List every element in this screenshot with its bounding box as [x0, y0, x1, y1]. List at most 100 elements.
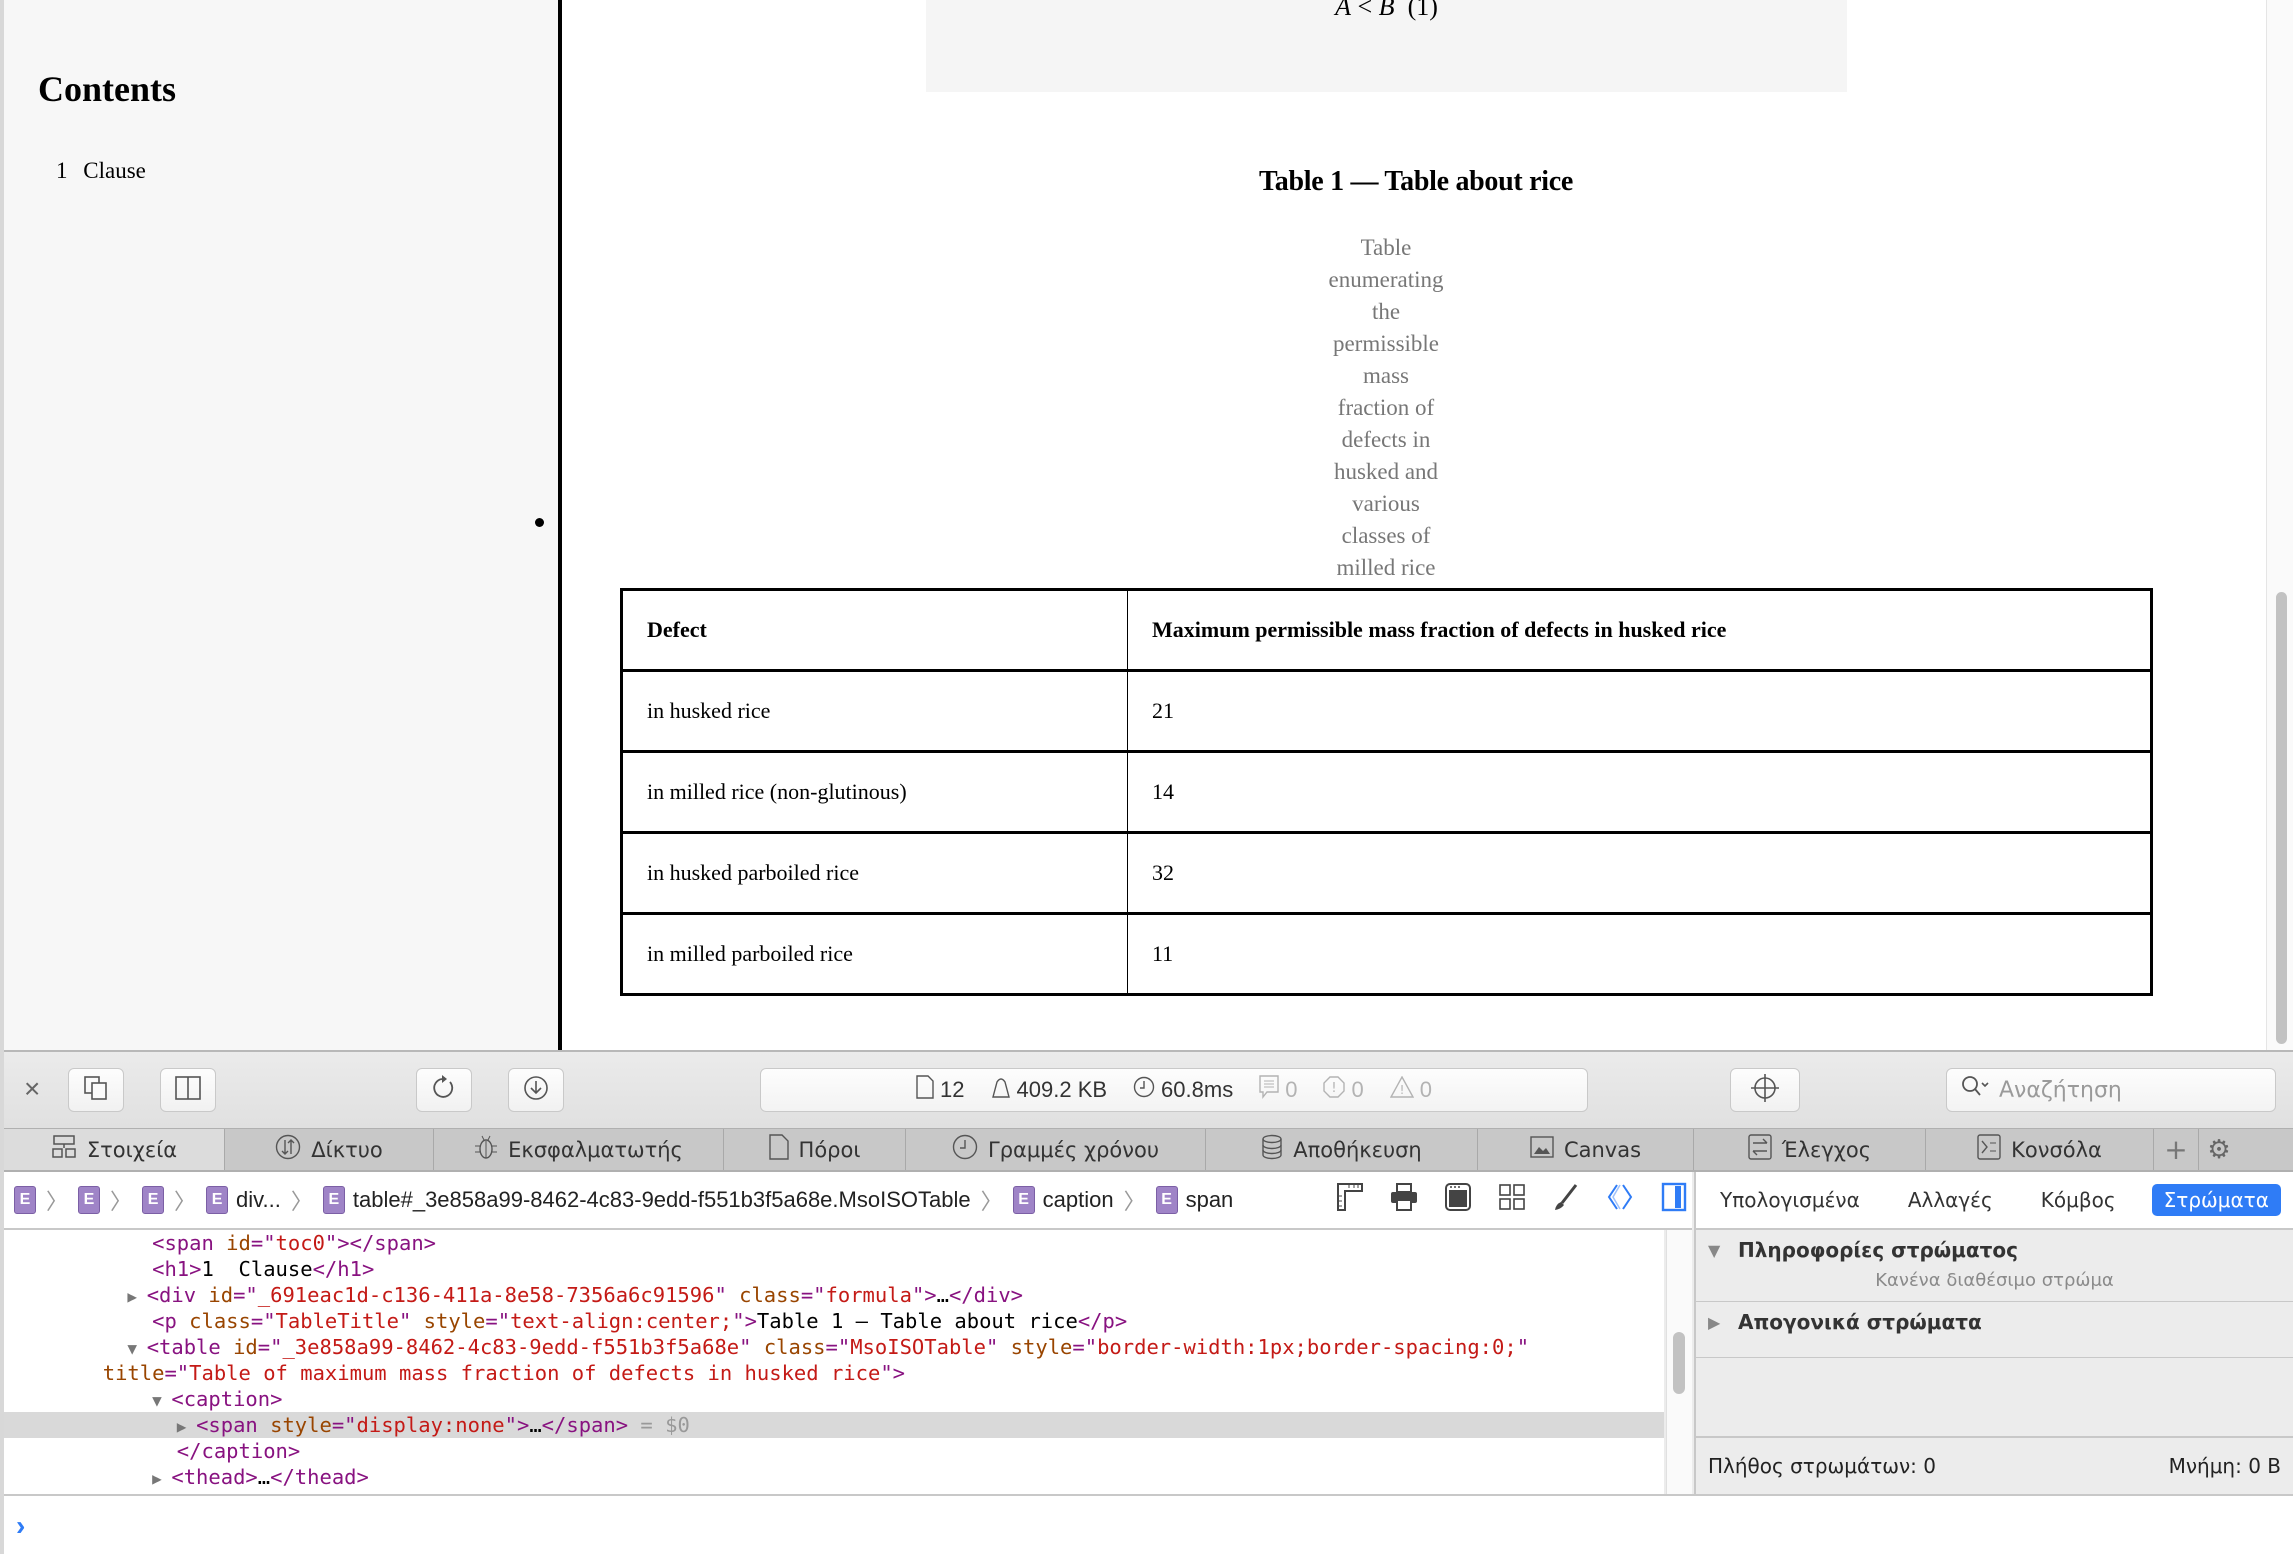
print-styles-button[interactable]: [1388, 1180, 1420, 1220]
details-tab-changes[interactable]: Αλλαγές: [1896, 1184, 2005, 1216]
tab-label: Έλεγχος: [1781, 1137, 1872, 1162]
tab-label: Εκσφαλματωτής: [508, 1137, 683, 1162]
dom-node-h1[interactable]: <h1>1 Clause</h1>: [4, 1256, 1664, 1282]
toc-item-label[interactable]: Clause: [83, 158, 146, 183]
logs-stat[interactable]: 0: [1259, 1075, 1297, 1105]
table-row: in husked parboiled rice 32: [620, 831, 2153, 915]
weight-icon: [991, 1076, 1011, 1104]
child-layers-section: ▶ Απογονικά στρώματα: [1696, 1302, 2293, 1358]
shadow-content-button[interactable]: [1604, 1180, 1636, 1220]
page-scroll-thumb[interactable]: [2276, 592, 2287, 1044]
child-layers-title: Απογονικά στρώματα: [1738, 1310, 1982, 1334]
reload-button[interactable]: [416, 1068, 472, 1112]
dom-attr-value: MsoISOTable: [850, 1335, 986, 1359]
close-inspector-button[interactable]: ×: [24, 1074, 40, 1104]
document-icon: [916, 1075, 934, 1105]
errors-stat[interactable]: ! 0: [1323, 1076, 1364, 1104]
paint-flashing-button[interactable]: [1550, 1180, 1582, 1220]
time-stat[interactable]: 60.8ms: [1133, 1076, 1233, 1104]
dom-tree-scrollbar[interactable]: [1666, 1230, 1692, 1494]
cell-value: 11: [1127, 912, 2153, 996]
breadcrumb-item[interactable]: E: [14, 1186, 36, 1214]
breadcrumb-item[interactable]: Espan: [1155, 1186, 1233, 1214]
breadcrumb-item[interactable]: Ecaption: [1012, 1186, 1114, 1214]
disclosure-triangle-icon[interactable]: ▼: [127, 1339, 146, 1358]
dom-node-p-tabletitle[interactable]: <p class="TableTitle" style="text-align:…: [4, 1308, 1664, 1334]
new-tab-button[interactable]: +: [2154, 1129, 2199, 1170]
tab-timelines[interactable]: Γραμμές χρόνου: [906, 1129, 1206, 1170]
breadcrumb-separator: 〉: [110, 1189, 133, 1214]
caption-line: fraction of: [1337, 395, 1435, 420]
caption-line: husked and: [1333, 459, 1439, 484]
tab-resources[interactable]: Πόροι: [724, 1129, 906, 1170]
layer-info-header[interactable]: ▼ Πληροφορίες στρώματος: [1696, 1230, 2293, 1262]
breadcrumb-item[interactable]: E: [142, 1186, 165, 1214]
download-button[interactable]: [508, 1068, 564, 1112]
breadcrumb-item[interactable]: Ediv...: [206, 1186, 281, 1214]
no-layers-message: Κανένα διαθέσιμο στρώμα: [1875, 1270, 2114, 1291]
tab-network[interactable]: Δίκτυο: [225, 1129, 434, 1170]
breadcrumb-separator: 〉: [980, 1189, 1003, 1214]
tab-elements[interactable]: Στοιχεία: [4, 1129, 225, 1170]
caption-line: classes of: [1341, 523, 1431, 548]
dom-node-caption[interactable]: ▼ <caption>: [4, 1386, 1664, 1412]
dom-node-span-selected[interactable]: ▶ <span style="display:none">…</span> = …: [4, 1412, 1664, 1438]
formula-lhs: A: [1335, 0, 1351, 21]
dom-node-table-title-attr[interactable]: title="Table of maximum mass fraction of…: [4, 1360, 1664, 1386]
console-input[interactable]: [48, 1508, 2248, 1544]
table-caption: Table enumerating the permissible mass f…: [1286, 232, 1486, 584]
size-stat[interactable]: 409.2 KB: [991, 1076, 1107, 1104]
inspector-search[interactable]: [1946, 1068, 2276, 1112]
warnings-stat[interactable]: ! 0: [1389, 1075, 1432, 1104]
tab-storage[interactable]: Αποθήκευση: [1206, 1129, 1478, 1170]
dock-side-button[interactable]: [160, 1068, 216, 1112]
disclosure-triangle-icon[interactable]: ▶: [177, 1417, 196, 1436]
window-icon: [1444, 1182, 1472, 1219]
detach-window-button[interactable]: [68, 1068, 124, 1112]
breadcrumb-item[interactable]: E: [78, 1186, 101, 1214]
disclosure-triangle-icon[interactable]: ▶: [127, 1287, 146, 1306]
dom-node-table[interactable]: ▼ <table id="_3e858a99-8462-4c83-9edd-f5…: [4, 1334, 1664, 1360]
prompt-chevron-icon: ›: [16, 1510, 26, 1541]
resources-stat[interactable]: 12: [916, 1075, 965, 1105]
element-badge-icon: E: [1012, 1186, 1035, 1214]
toggle-details-sidebar-button[interactable]: [1658, 1180, 1690, 1220]
network-icon: [275, 1134, 301, 1166]
tab-canvas[interactable]: Canvas: [1478, 1129, 1694, 1170]
document-content: A < B (1) Table 1 — Table about rice Tab…: [566, 0, 2266, 1050]
formula-operator: <: [1357, 0, 1373, 21]
toc-sidebar: Contents 1 Clause: [4, 0, 562, 1050]
disclosure-triangle-icon[interactable]: ▼: [152, 1391, 171, 1410]
page-scrollbar[interactable]: [2266, 0, 2293, 1050]
tab-label: Canvas: [1563, 1137, 1642, 1162]
reload-icon: [430, 1074, 458, 1107]
formula-number: (1): [1407, 0, 1438, 21]
composition-borders-button[interactable]: [1496, 1180, 1528, 1220]
plus-icon: +: [2164, 1133, 2188, 1166]
dom-node-div-formula[interactable]: ▶ <div id="_691eac1d-c136-411a-8e58-7356…: [4, 1282, 1664, 1308]
tab-debugger[interactable]: Εκσφαλματωτής: [434, 1129, 724, 1170]
appearance-button[interactable]: [1442, 1180, 1474, 1220]
load-time: 60.8ms: [1161, 1077, 1234, 1102]
tab-audit[interactable]: Έλεγχος: [1694, 1129, 1926, 1170]
settings-button[interactable]: ⚙: [2199, 1129, 2239, 1170]
toc-item-clause[interactable]: 1 Clause: [56, 158, 146, 184]
disclosure-triangle-icon[interactable]: ▶: [152, 1469, 171, 1488]
debugger-icon: [474, 1134, 498, 1166]
details-tab-layers[interactable]: Στρώματα: [2151, 1184, 2281, 1216]
tab-console[interactable]: Κονσόλα: [1926, 1129, 2154, 1170]
disclosure-triangle-icon[interactable]: ▶: [1708, 1313, 1724, 1332]
element-picker-button[interactable]: [1730, 1068, 1800, 1112]
details-tab-computed[interactable]: Υπολογισμένα: [1708, 1184, 1872, 1216]
child-layers-header[interactable]: ▶ Απογονικά στρώματα: [1696, 1302, 2293, 1334]
rulers-button[interactable]: [1334, 1180, 1366, 1220]
disclosure-triangle-icon[interactable]: ▼: [1708, 1241, 1724, 1260]
dom-node-caption-close[interactable]: </caption>: [4, 1438, 1664, 1464]
audit-icon: [1748, 1133, 1772, 1166]
dom-node-span-toc[interactable]: <span id="toc0"></span>: [4, 1230, 1664, 1256]
search-input[interactable]: [1999, 1077, 2259, 1103]
dom-node-thead[interactable]: ▶ <thead>…</thead>: [4, 1464, 1664, 1490]
breadcrumb-item[interactable]: Etable#_3e858a99-8462-4c83-9edd-f551b3f5…: [322, 1186, 971, 1214]
dom-tree-scroll-thumb[interactable]: [1673, 1332, 1685, 1394]
details-tab-node[interactable]: Κόμβος: [2029, 1184, 2128, 1216]
